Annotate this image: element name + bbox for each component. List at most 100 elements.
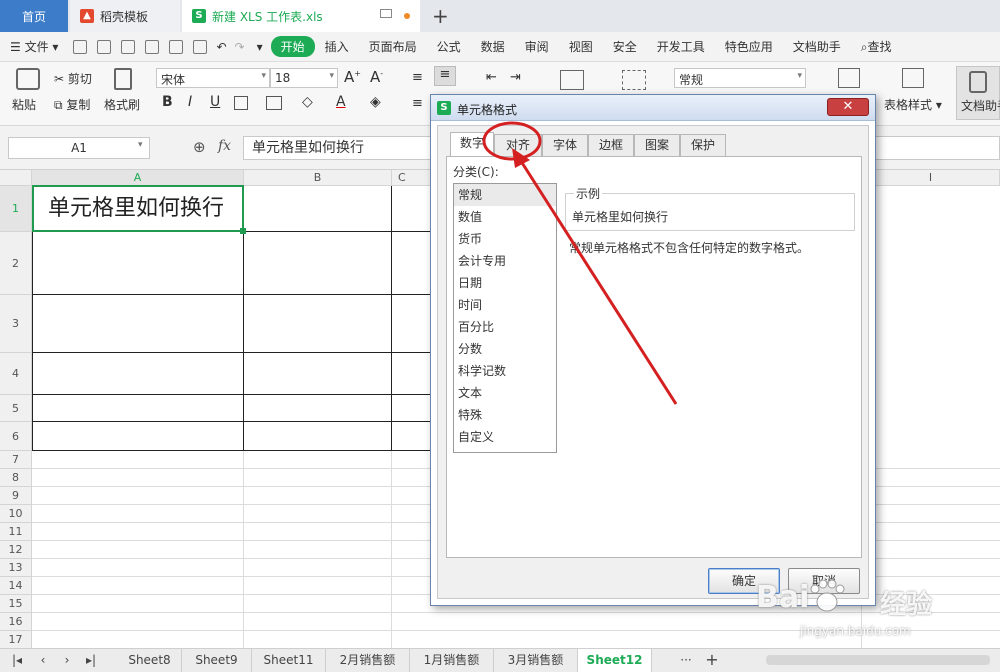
tab-border[interactable]: 边框 (588, 134, 634, 156)
list-item[interactable]: 分数 (454, 338, 556, 360)
fx-button[interactable]: fx (218, 138, 231, 154)
new-tab-plus-icon[interactable]: + (432, 4, 449, 28)
tab-docer-templates[interactable]: ▲ 稻壳模板 (70, 0, 180, 32)
bold-button[interactable]: B (162, 94, 173, 110)
menu-formulas[interactable]: 公式 (427, 38, 471, 55)
row-header-1[interactable]: 1 (0, 186, 32, 232)
list-item[interactable]: 科学记数 (454, 360, 556, 382)
menu-data[interactable]: 数据 (471, 38, 515, 55)
format-painter-button[interactable]: 格式刷 (104, 96, 140, 113)
menu-developer[interactable]: 开发工具 (647, 38, 715, 55)
list-item[interactable]: 百分比 (454, 316, 556, 338)
doc-helper-button[interactable]: 文档助手 (956, 66, 1000, 120)
tab-protection[interactable]: 保护 (680, 134, 726, 156)
sheet-tab-feb-sales[interactable]: 2月销售额 (326, 649, 410, 672)
cut-button[interactable]: ✂ 剪切 (54, 70, 92, 87)
merge-center-icon[interactable] (560, 70, 584, 90)
fill-handle[interactable] (240, 228, 246, 234)
row-header-15[interactable]: 15 (0, 595, 32, 613)
border-icon[interactable] (234, 96, 248, 110)
row-header-6[interactable]: 6 (0, 422, 32, 451)
fill-color-icon[interactable]: ◇ (302, 94, 313, 110)
more-sheets-icon[interactable]: ··· (674, 649, 698, 672)
decrease-font-icon[interactable]: A- (370, 68, 383, 86)
row-header-10[interactable]: 10 (0, 505, 32, 523)
add-sheet-icon[interactable]: + (700, 649, 724, 672)
quick-access-dropdown-icon[interactable]: ▾ (249, 40, 271, 54)
print-icon[interactable] (145, 39, 160, 54)
tab-home[interactable]: 首页 (0, 0, 68, 32)
conditional-format-icon[interactable] (838, 68, 860, 88)
row-header-3[interactable]: 3 (0, 295, 32, 353)
menu-view[interactable]: 视图 (559, 38, 603, 55)
sheet-tab-jan-sales[interactable]: 1月销售额 (410, 649, 494, 672)
row-header-7[interactable]: 7 (0, 451, 32, 469)
menu-page-layout[interactable]: 页面布局 (359, 38, 427, 55)
first-sheet-icon[interactable]: |◂ (6, 649, 28, 672)
tab-alignment[interactable]: 对齐 (494, 134, 542, 156)
undo-icon[interactable]: ↶ (212, 40, 230, 54)
column-header-b[interactable]: B (244, 170, 392, 186)
merge-icon[interactable] (266, 96, 282, 110)
file-menu[interactable]: ☰ 文件 ▾ (0, 38, 68, 55)
select-all-corner[interactable] (0, 170, 32, 186)
indent-decrease-icon[interactable]: ⇤ (486, 70, 497, 85)
name-box-dropdown-icon[interactable]: ▾ (138, 140, 143, 150)
search-button[interactable]: ⌕查找 (851, 38, 902, 55)
window-mode-icon[interactable] (380, 9, 392, 18)
copy-button[interactable]: ⧉ 复制 (54, 96, 90, 113)
last-sheet-icon[interactable]: ▸| (80, 649, 102, 672)
list-item[interactable]: 数值 (454, 206, 556, 228)
row-header-8[interactable]: 8 (0, 469, 32, 487)
menu-review[interactable]: 审阅 (515, 38, 559, 55)
sheet-tab-sheet12[interactable]: Sheet12 (578, 649, 652, 672)
list-item[interactable]: 货币 (454, 228, 556, 250)
column-header-a[interactable]: A (32, 170, 244, 186)
cell-a1[interactable]: 单元格里如何换行 (32, 185, 244, 232)
row-header-12[interactable]: 12 (0, 541, 32, 559)
table-style-icon[interactable] (902, 68, 924, 88)
open-icon[interactable] (73, 39, 88, 54)
table-style-button[interactable]: 表格样式 ▾ (884, 96, 942, 113)
spellcheck-icon[interactable] (193, 39, 208, 54)
italic-button[interactable]: I (188, 94, 192, 110)
tab-workbook[interactable]: S 新建 XLS 工作表.xls (182, 0, 420, 32)
menu-special[interactable]: 特色应用 (715, 38, 783, 55)
redo-icon[interactable]: ↷ (231, 40, 249, 54)
paste-button[interactable]: 粘贴 (12, 96, 36, 113)
wrap-text-icon[interactable] (622, 70, 646, 90)
tab-pattern[interactable]: 图案 (634, 134, 680, 156)
prev-sheet-icon[interactable]: ‹ (32, 649, 54, 672)
print-preview-icon[interactable] (169, 39, 184, 54)
list-item[interactable]: 会计专用 (454, 250, 556, 272)
list-item[interactable]: 常规 (454, 184, 556, 206)
paste-icon[interactable] (16, 68, 40, 90)
font-name-select[interactable]: 宋体 (156, 68, 270, 88)
row-header-11[interactable]: 11 (0, 523, 32, 541)
increase-font-icon[interactable]: A+ (344, 68, 361, 86)
font-color-icon[interactable]: A (336, 94, 346, 110)
menu-home[interactable]: 开始 (270, 36, 315, 57)
category-list[interactable]: 常规 数值 货币 会计专用 日期 时间 百分比 分数 科学记数 文本 特殊 自定… (453, 183, 557, 453)
name-box[interactable]: A1 (8, 137, 150, 159)
list-item[interactable]: 时间 (454, 294, 556, 316)
horizontal-scrollbar[interactable] (756, 649, 1000, 672)
row-header-16[interactable]: 16 (0, 613, 32, 631)
row-header-5[interactable]: 5 (0, 395, 32, 422)
number-format-select[interactable]: 常规 (674, 68, 806, 88)
menu-security[interactable]: 安全 (603, 38, 647, 55)
menu-doc-helper[interactable]: 文档助手 (783, 38, 851, 55)
tab-font[interactable]: 字体 (542, 134, 588, 156)
list-item[interactable]: 文本 (454, 382, 556, 404)
list-item[interactable]: 特殊 (454, 404, 556, 426)
zoom-icon[interactable]: ⊕ (193, 138, 206, 156)
align-top-icon[interactable]: ≡ (412, 70, 423, 85)
eraser-icon[interactable]: ◈ (370, 94, 381, 110)
row-header-4[interactable]: 4 (0, 353, 32, 395)
next-sheet-icon[interactable]: › (56, 649, 78, 672)
indent-increase-icon[interactable]: ⇥ (510, 70, 521, 85)
sheet-tab-sheet8[interactable]: Sheet8 (118, 649, 182, 672)
row-header-14[interactable]: 14 (0, 577, 32, 595)
dialog-title-bar[interactable]: S 单元格格式 ✕ (431, 95, 875, 121)
row-header-17[interactable]: 17 (0, 631, 32, 648)
